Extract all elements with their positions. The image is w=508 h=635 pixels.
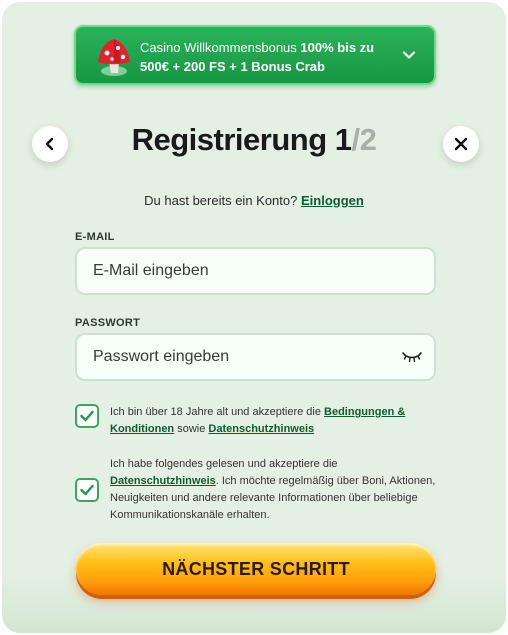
title-main: Registrierung 1 <box>131 122 352 157</box>
marketing-consent-row: Ich habe folgendes gelesen und akzeptier… <box>75 456 436 524</box>
title-separator: / <box>351 122 361 157</box>
chevron-down-icon[interactable] <box>402 48 416 62</box>
privacy-link[interactable]: Datenschutzhinweis <box>208 423 314 435</box>
login-prompt: Du hast bereits ein Konto? Einloggen <box>2 193 506 208</box>
page-title: Registrierung 1/2 <box>2 122 506 158</box>
eye-closed-icon[interactable] <box>402 351 422 363</box>
age-consent-intro: Ich bin über 18 Jahre alt und akzeptiere… <box>110 406 325 418</box>
marketing-privacy-link[interactable]: Datenschutzhinweis <box>110 475 216 487</box>
red-mushroom-icon <box>98 39 130 76</box>
age-consent-text: Ich bin über 18 Jahre alt und akzeptiere… <box>110 404 436 438</box>
password-label: PASSWORT <box>75 317 141 329</box>
close-icon <box>454 137 468 151</box>
next-step-button[interactable]: NÄCHSTER SCHRITT <box>76 543 436 595</box>
age-consent-row: Ich bin über 18 Jahre alt und akzeptiere… <box>75 404 436 438</box>
title-total-steps: 2 <box>359 122 377 157</box>
registration-modal: Casino Willkommensbonus 100% bis zu 500€… <box>2 2 506 633</box>
login-link[interactable]: Einloggen <box>301 193 364 208</box>
age-consent-checkbox[interactable] <box>75 404 99 428</box>
checkmark-icon <box>80 410 94 422</box>
login-question: Du hast bereits ein Konto? <box>144 193 301 208</box>
checkmark-icon <box>80 484 94 496</box>
close-button[interactable] <box>443 126 479 162</box>
marketing-consent-intro: Ich habe folgendes gelesen und akzeptier… <box>110 458 338 470</box>
marketing-consent-text: Ich habe folgendes gelesen und akzeptier… <box>110 456 436 524</box>
bonus-text-prefix: Casino Willkommensbonus <box>140 40 301 55</box>
marketing-consent-checkbox[interactable] <box>75 478 99 502</box>
bonus-text: Casino Willkommensbonus 100% bis zu 500€… <box>140 38 400 76</box>
email-label: E-MAIL <box>75 231 115 243</box>
age-consent-mid: sowie <box>174 423 209 435</box>
email-field[interactable] <box>75 247 436 295</box>
password-field[interactable] <box>75 333 436 381</box>
bonus-banner[interactable]: Casino Willkommensbonus 100% bis zu 500€… <box>74 25 436 85</box>
